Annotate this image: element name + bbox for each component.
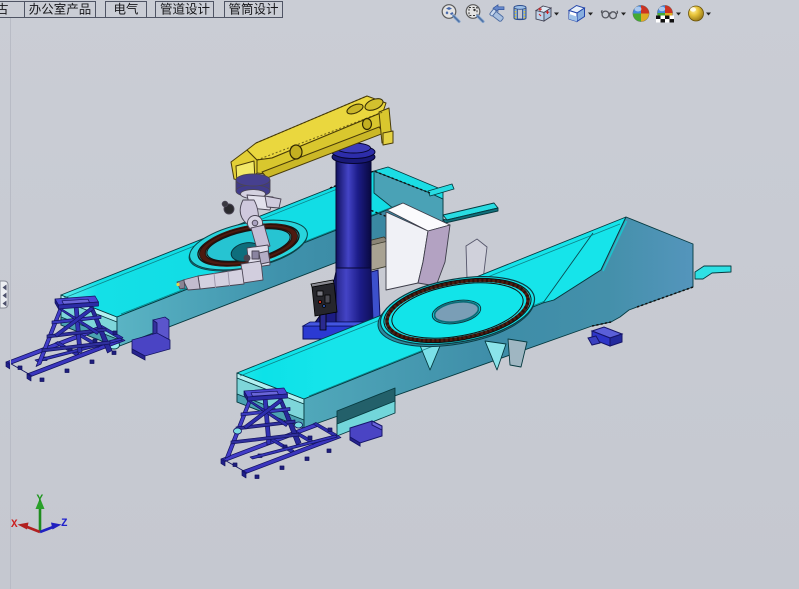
- svg-text:电气: 电气: [113, 2, 139, 17]
- svg-text:办公室产品: 办公室产品: [29, 2, 92, 17]
- svg-text:管筒设计: 管筒设计: [228, 2, 278, 17]
- svg-text:管道设计: 管道设计: [160, 2, 210, 17]
- svg-text:Z: Z: [61, 518, 68, 530]
- svg-text:X: X: [11, 519, 18, 531]
- svg-text:Y: Y: [37, 494, 44, 506]
- svg-text:古: 古: [0, 2, 9, 17]
